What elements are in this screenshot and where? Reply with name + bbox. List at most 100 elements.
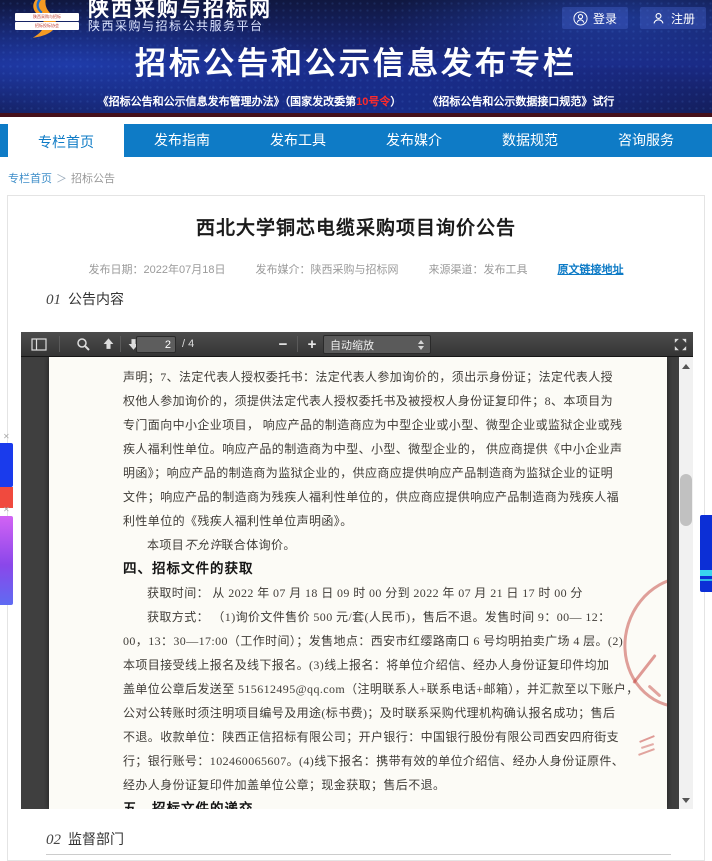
scroll-up-icon [682, 364, 690, 369]
origin-link[interactable]: 原文链接地址 [557, 261, 623, 277]
register-user-icon [651, 11, 666, 26]
section-supervision-dept: 02 监督部门 [46, 829, 124, 849]
meta-publish-date-label: 发布日期： [89, 264, 144, 276]
logo-badges: 陕西采购与招标 招标投标协会 [15, 13, 79, 31]
tab-column-home[interactable]: 专栏首页 [8, 124, 124, 166]
pdf-viewer: / 4 − + 自动缩放 [21, 332, 693, 809]
site-subtitle: 陕西采购与招标公共服务平台 [88, 17, 264, 34]
pdf-text-line: 本项目接受线上报名及线下报名。(3)线上报名：将单位介绍信、经办人身份证复印件均… [123, 653, 611, 677]
logo-badge-2: 招标投标协会 [15, 22, 79, 30]
breadcrumb-separator: ＞ [56, 173, 67, 185]
pdf-sidebar-toggle-button[interactable] [29, 332, 49, 356]
notice-part3: 《招标公告和公示数据接口规范》试行 [427, 96, 614, 108]
page-title: 西北大学铜芯电缆采购项目询价公告 [8, 213, 704, 240]
pdf-text-line: 公对公转账时须注明项目编号及用途(标书费)；及时联系采购代理机构确认报名成功；售… [123, 701, 611, 725]
section-announcement-content: 01 公告内容 [46, 289, 124, 309]
meta-publish-media-value: 陕西采购与招标网 [310, 264, 398, 276]
scrollbar-down-button[interactable] [679, 793, 693, 807]
scrollbar-thumb[interactable] [680, 474, 692, 526]
left-float-ad-blue[interactable] [0, 443, 13, 487]
pdf-text-italic: 不允许 [184, 538, 221, 552]
section-divider [46, 854, 671, 855]
tab-consult-service[interactable]: 咨询服务 [588, 124, 704, 157]
pdf-text-line: 不退。收款单位：陕西正信招标有限公司；开户银行：中国银行股份有限公司西安四府街支 [123, 725, 611, 749]
zoom-in-glyph: + [308, 337, 317, 352]
red-stamp-mark [639, 735, 655, 743]
login-label: 登录 [593, 10, 617, 27]
pdf-text-line: 专门面向中小企业项目， 响应产品的制造商应为中型企业或小型、微型企业或监狱企业或… [123, 413, 611, 437]
pdf-text-line: 盖单位公章后发送至 515612495@qq.com（注明联系人+联系电话+邮箱… [123, 677, 611, 701]
ad-close-icon[interactable]: ✕ [3, 433, 10, 441]
register-label: 注册 [671, 10, 695, 27]
breadcrumb-current: 招标公告 [71, 173, 115, 185]
header-bottom-strip [0, 113, 712, 117]
right-float-ad-blue[interactable] [700, 515, 712, 592]
pdf-text-line: 行；银行账号：102460065607。(4)线下报名：携带有效的单位介绍信、经… [123, 749, 611, 773]
section-1-title: 公告内容 [68, 291, 124, 307]
banner-title: 招标公告和公示信息发布专栏 [0, 38, 712, 83]
content-card: 西北大学铜芯电缆采购项目询价公告 发布日期：2022年07月18日 发布媒介：陕… [7, 195, 705, 861]
pdf-text-span: 联合体询价。 [221, 538, 295, 552]
section-2-title: 监督部门 [68, 831, 124, 847]
select-arrows-icon [418, 340, 424, 350]
pdf-text-line: 经办人身份证复印件加盖单位公章；现金获取；售后不退。 [123, 773, 611, 797]
pdf-zoom-in-button[interactable]: + [303, 332, 321, 356]
breadcrumb-home[interactable]: 专栏首页 [8, 173, 52, 185]
red-stamp-mark [638, 748, 655, 756]
login-user-circle-icon [573, 11, 588, 26]
breadcrumb: 专栏首页 ＞ 招标公告 [8, 170, 115, 186]
page-root: 陕西采购与招标 招标投标协会 陕西采购与招标网 陕西采购与招标公共服务平台 登录 [0, 0, 712, 861]
logo-badge-1: 陕西采购与招标 [15, 13, 79, 21]
auth-area: 登录 注册 [562, 7, 706, 29]
meta-source-channel-label: 来源渠道： [428, 264, 483, 276]
pdf-page-up-button[interactable] [99, 332, 117, 356]
zoom-out-glyph: − [279, 337, 288, 352]
pdf-text-line: 明函》；响应产品的制造商为监狱企业的，供应商应提供响应产品制造商为监狱企业的证明 [123, 461, 611, 485]
pdf-text-line: 文件；响应产品的制造商为残疾人福利性单位的，供应商应提供响应产品制造商为残疾人福 [123, 485, 611, 509]
pdf-page: 声明；7、法定代表人授权委托书：法定代表人参加询价的，须出示身份证；法定代表人授… [49, 357, 667, 809]
notice-part2: ） [390, 96, 401, 108]
meta-publish-media-label: 发布媒介： [255, 264, 310, 276]
scrollbar-up-button[interactable] [679, 359, 693, 373]
pdf-zoom-out-button[interactable]: − [274, 332, 292, 356]
pdf-text-line: 声明；7、法定代表人授权委托书：法定代表人参加询价的，须出示身份证；法定代表人授 [123, 365, 611, 389]
banner-notice: 《招标公告和公示信息发布管理办法》（国家发改委第10号令）《招标公告和公示数据接… [0, 93, 712, 109]
meta-source-channel-value: 发布工具 [483, 264, 527, 276]
tab-data-standard[interactable]: 数据规范 [472, 124, 588, 157]
pdf-page-number-input[interactable] [136, 336, 176, 353]
toolbar-separator [120, 336, 121, 352]
pdf-text-line: 权他人参加询价的，须提供法定代表人授权委托书及被授权人身份证复印件；8、本项目为 [123, 389, 611, 413]
tab-publish-guide[interactable]: 发布指南 [124, 124, 240, 157]
pdf-text-line: 获取时间： 从 2022 年 07 月 18 日 09 时 00 分到 2022… [123, 581, 611, 605]
ad-close-icon[interactable]: ✕ [3, 506, 10, 514]
pdf-document-area: 声明；7、法定代表人授权委托书：法定代表人参加询价的，须出示身份证；法定代表人授… [21, 357, 679, 809]
pdf-toolbar: / 4 − + 自动缩放 [21, 332, 693, 357]
main-nav: 专栏首页 发布指南 发布工具 发布媒介 数据规范 咨询服务 [0, 124, 712, 157]
ad-stripe [700, 570, 712, 576]
toolbar-separator [59, 336, 60, 352]
tab-publish-tool[interactable]: 发布工具 [240, 124, 356, 157]
zoom-select-value: 自动缩放 [330, 337, 374, 353]
meta-publish-media: 发布媒介：陕西采购与招标网 [255, 261, 398, 277]
pdf-page-total: / 4 [182, 338, 194, 350]
meta-source-channel: 来源渠道：发布工具 [428, 261, 527, 277]
pdf-search-button[interactable] [73, 332, 93, 356]
section-1-number: 01 [46, 292, 61, 308]
register-button[interactable]: 注册 [640, 7, 706, 29]
pdf-text-line: 疾人福利性单位。响应产品的制造商为中型、小型、微型企业的， 供应商提供《中小企业… [123, 437, 611, 461]
meta-publish-date: 发布日期：2022年07月18日 [89, 261, 226, 277]
pdf-scrollbar[interactable] [679, 357, 693, 809]
login-button[interactable]: 登录 [562, 7, 628, 29]
left-float-ad-purple[interactable] [0, 516, 13, 605]
pdf-fullscreen-button[interactable] [671, 332, 689, 356]
section-2-number: 02 [46, 832, 61, 848]
pdf-text-line: 获取方式： （1)询价文件售价 500 元/套(人民币)，售后不退。发售时间 9… [123, 605, 611, 629]
tab-publish-media[interactable]: 发布媒介 [356, 124, 472, 157]
pdf-section-heading-4: 四、招标文件的获取 [123, 557, 611, 581]
meta-publish-date-value: 2022年07月18日 [144, 264, 226, 276]
site-header: 陕西采购与招标 招标投标协会 陕西采购与招标网 陕西采购与招标公共服务平台 登录 [0, 0, 712, 117]
scroll-down-icon [682, 798, 690, 803]
pdf-text-line: 00，13：30—17:00（工作时间）；发售地点：西安市红缨路南口 6 号均明… [123, 629, 611, 653]
pdf-zoom-select[interactable]: 自动缩放 [323, 335, 431, 354]
pdf-text-line: 本项目不允许联合体询价。 [123, 533, 611, 557]
